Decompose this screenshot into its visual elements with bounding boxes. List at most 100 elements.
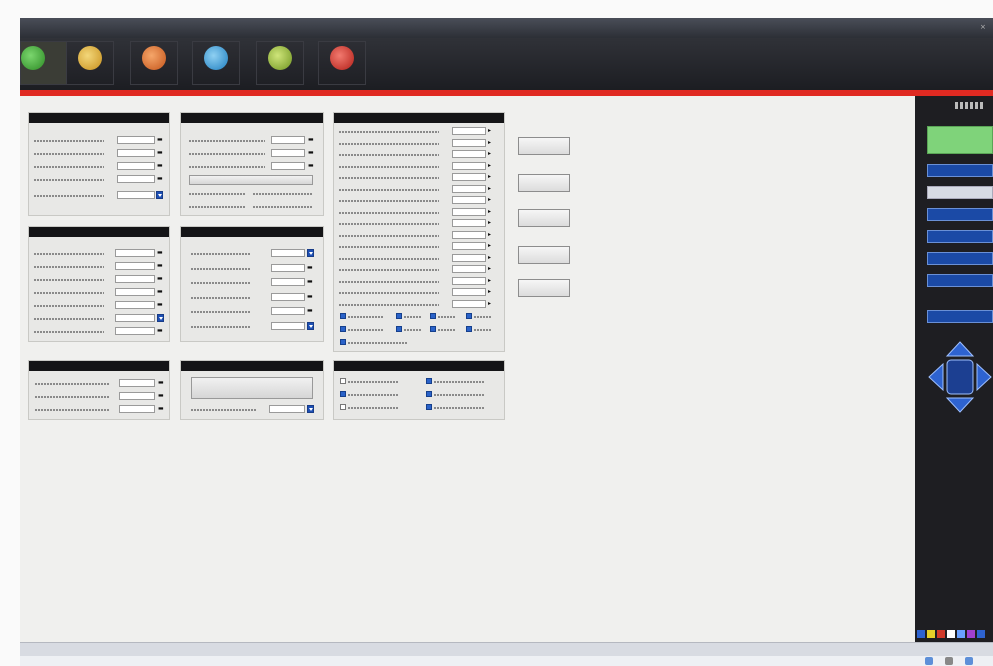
field-input[interactable]: [452, 173, 486, 181]
field-input[interactable]: [271, 162, 305, 170]
stepper-arrow-icon[interactable]: ▬: [158, 392, 164, 400]
checkbox[interactable]: [426, 378, 432, 384]
stepper-arrow-icon[interactable]: ▬: [157, 327, 163, 335]
checkbox[interactable]: [396, 313, 402, 319]
apply-button[interactable]: [189, 175, 313, 185]
side-button-4[interactable]: [518, 246, 570, 264]
field-input[interactable]: [452, 196, 486, 204]
field-input[interactable]: [119, 379, 155, 387]
checkbox[interactable]: [426, 404, 432, 410]
field-input[interactable]: [117, 149, 155, 157]
side-button-2[interactable]: [518, 174, 570, 192]
stepper-arrow-icon[interactable]: ▬: [158, 379, 164, 387]
stepper-arrow-icon[interactable]: ▬: [307, 293, 313, 301]
panel-menu-item-5[interactable]: [927, 252, 993, 265]
field-input[interactable]: [115, 288, 155, 296]
field-select[interactable]: [269, 405, 305, 413]
field-input[interactable]: [271, 278, 305, 286]
field-input[interactable]: [271, 292, 305, 301]
stepper-arrow-icon[interactable]: ▬: [157, 288, 163, 296]
field-input[interactable]: [271, 149, 305, 157]
checkbox[interactable]: [340, 339, 346, 345]
field-input[interactable]: [271, 136, 305, 144]
field-input[interactable]: [452, 253, 486, 262]
checkbox[interactable]: [430, 326, 436, 332]
stop-button[interactable]: [946, 359, 974, 395]
stepper-arrow-icon[interactable]: ▸: [488, 150, 494, 158]
stepper-arrow-icon[interactable]: ▬: [157, 162, 163, 170]
field-input[interactable]: [119, 392, 155, 400]
stepper-arrow-icon[interactable]: ▬: [158, 405, 164, 413]
stepper-arrow-icon[interactable]: ▬: [157, 262, 163, 270]
panel-menu-item-7[interactable]: [927, 310, 993, 323]
toolbar-button-2[interactable]: [66, 41, 114, 85]
field-input[interactable]: [271, 321, 305, 330]
panel-menu-item-1[interactable]: [927, 164, 993, 177]
checkbox[interactable]: [466, 326, 472, 332]
field-input[interactable]: [452, 161, 486, 170]
side-button-5[interactable]: [518, 279, 570, 297]
checkbox[interactable]: [340, 404, 346, 410]
toolbar-button-1[interactable]: [20, 41, 68, 85]
dropdown-arrow-icon[interactable]: [156, 191, 163, 199]
stepper-arrow-icon[interactable]: ▸: [488, 185, 494, 193]
field-input[interactable]: [115, 275, 155, 283]
panel-menu-item-6[interactable]: [927, 274, 993, 287]
stepper-arrow-icon[interactable]: ▸: [488, 208, 494, 216]
stepper-arrow-icon[interactable]: ▸: [488, 231, 494, 239]
arrow-down-icon[interactable]: [945, 397, 975, 413]
checkbox[interactable]: [340, 313, 346, 319]
field-input[interactable]: [452, 230, 486, 239]
field-input[interactable]: [452, 138, 486, 147]
field-input[interactable]: [117, 175, 155, 183]
field-input[interactable]: [115, 327, 155, 335]
tray-icon[interactable]: [965, 657, 973, 665]
stepper-arrow-icon[interactable]: ▬: [157, 275, 163, 283]
stepper-arrow-icon[interactable]: ▸: [488, 173, 494, 181]
stepper-arrow-icon[interactable]: ▬: [308, 162, 314, 170]
stepper-arrow-icon[interactable]: ▸: [488, 288, 494, 296]
stepper-arrow-icon[interactable]: ▸: [488, 300, 494, 308]
field-input[interactable]: [115, 314, 155, 322]
checkbox[interactable]: [340, 326, 346, 332]
stepper-arrow-icon[interactable]: ▬: [157, 301, 163, 309]
field-input[interactable]: [452, 242, 486, 250]
checkbox[interactable]: [430, 313, 436, 319]
stepper-arrow-icon[interactable]: ▬: [307, 278, 313, 286]
toolbar-button-4[interactable]: [192, 41, 240, 85]
field-input[interactable]: [452, 265, 486, 273]
stepper-arrow-icon[interactable]: ▸: [488, 277, 494, 285]
stepper-arrow-icon[interactable]: ▸: [488, 254, 494, 262]
field-input[interactable]: [117, 162, 155, 170]
network-icon[interactable]: [925, 657, 933, 665]
field-input[interactable]: [452, 184, 486, 193]
field-select[interactable]: [117, 191, 155, 199]
close-icon[interactable]: ×: [980, 23, 988, 31]
stepper-arrow-icon[interactable]: ▸: [488, 242, 494, 250]
toolbar-button-3[interactable]: [130, 41, 178, 85]
stepper-arrow-icon[interactable]: ▬: [157, 249, 163, 257]
stepper-arrow-icon[interactable]: ▬: [157, 149, 163, 157]
dropdown-arrow-icon[interactable]: [307, 405, 314, 413]
toolbar-button-5[interactable]: [256, 41, 304, 85]
stepper-arrow-icon[interactable]: ▬: [308, 136, 314, 144]
field-input[interactable]: [115, 301, 155, 309]
field-input[interactable]: [452, 150, 486, 158]
checkbox[interactable]: [396, 326, 402, 332]
dropdown-arrow-icon[interactable]: [307, 249, 314, 257]
toolbar-button-6[interactable]: [318, 41, 366, 85]
field-input[interactable]: [271, 307, 305, 315]
volume-icon[interactable]: [945, 657, 953, 665]
field-input[interactable]: [115, 262, 155, 270]
arrow-up-icon[interactable]: [945, 341, 975, 357]
checkbox[interactable]: [340, 378, 346, 384]
field-input[interactable]: [115, 249, 155, 257]
arrow-left-icon[interactable]: [928, 362, 944, 392]
panel-menu-item-2[interactable]: [927, 186, 993, 199]
field-input[interactable]: [119, 405, 155, 413]
field-input[interactable]: [452, 288, 486, 296]
stepper-arrow-icon[interactable]: ▬: [308, 149, 314, 157]
checkbox[interactable]: [426, 391, 432, 397]
stepper-arrow-icon[interactable]: ▬: [157, 136, 163, 144]
panel-menu-item-4[interactable]: [927, 230, 993, 243]
